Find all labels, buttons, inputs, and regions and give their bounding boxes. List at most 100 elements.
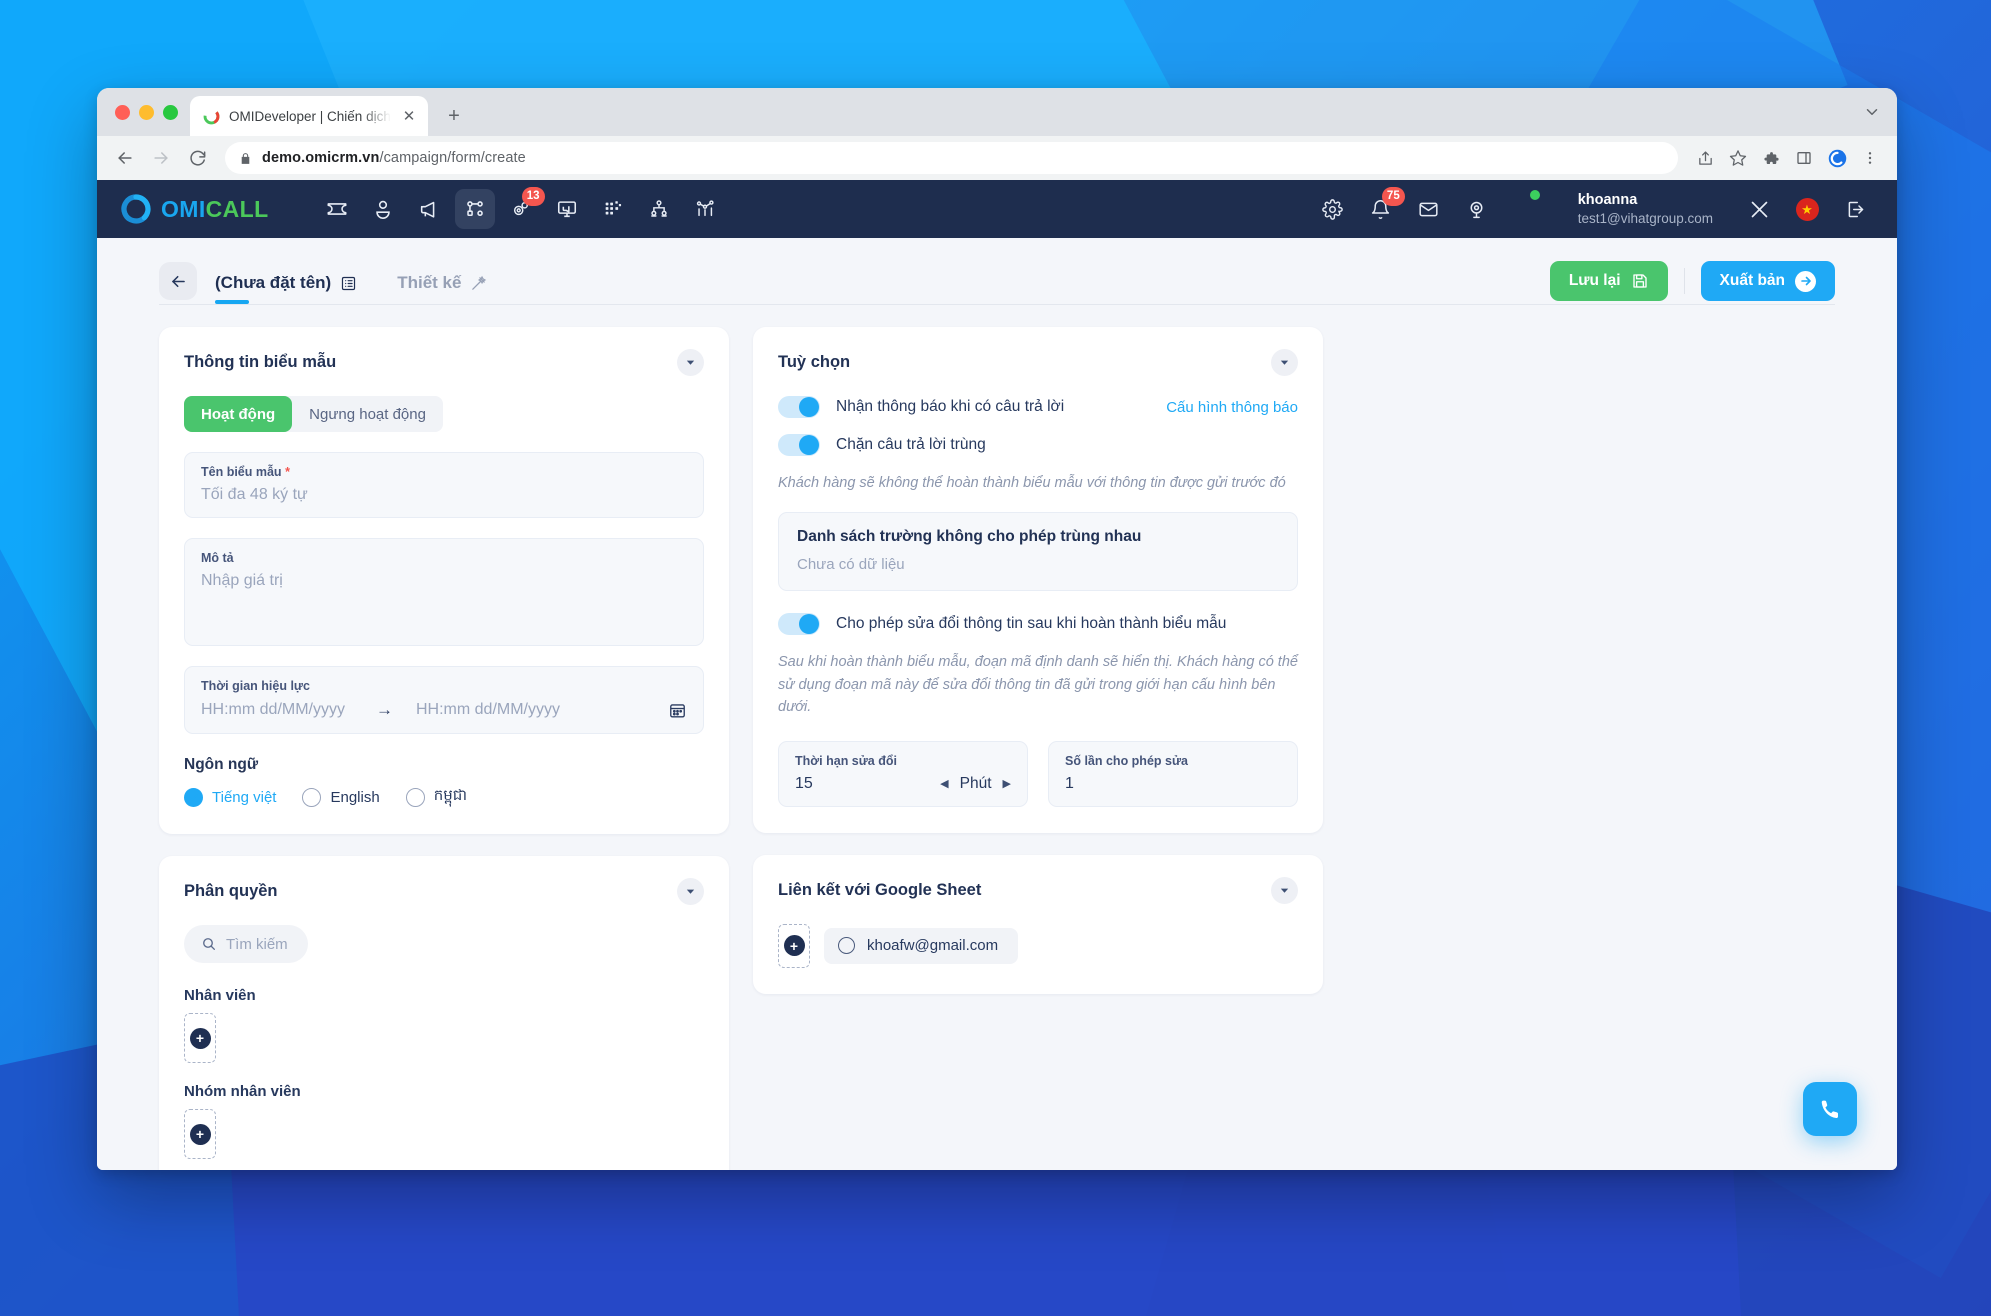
support-button[interactable] <box>1457 189 1497 229</box>
nav-item-ticket[interactable] <box>317 189 357 229</box>
permissions-search-input[interactable]: Tìm kiếm <box>226 936 288 953</box>
nav-item-callcenter[interactable] <box>547 189 587 229</box>
plus-icon: + <box>189 1027 211 1049</box>
add-employee-button[interactable]: + <box>184 1013 216 1063</box>
page-tabs: (Chưa đặt tên) Thiết kế <box>215 258 1532 304</box>
form-name-field[interactable]: Tên biểu mẫu * Tối đa 48 ký tự <box>184 452 704 518</box>
nav-item-analytics[interactable] <box>685 189 725 229</box>
unique-fields-box[interactable]: Danh sách trường không cho phép trùng nh… <box>778 512 1298 592</box>
nav-item-apps[interactable] <box>593 189 633 229</box>
puzzle-icon[interactable] <box>1756 143 1786 173</box>
nav-item-automation[interactable]: 13 <box>501 187 545 229</box>
right-column: Tuỳ chọn Nhận thông báo khi có câu trả l… <box>753 327 1323 994</box>
logo-call: CALL <box>205 195 269 222</box>
radio-unselected-icon <box>405 787 425 807</box>
logout-button[interactable] <box>1835 189 1875 229</box>
language-option-km[interactable]: កម្ពុជា <box>405 786 467 808</box>
notify-toggle-row: Nhận thông báo khi có câu trả lời Cấu hì… <box>778 396 1298 418</box>
omicall-logo[interactable]: OMICALL <box>121 194 269 224</box>
form-description-input[interactable]: Nhập giá trị <box>201 572 687 590</box>
settings-button[interactable] <box>1313 189 1353 229</box>
google-account-chip[interactable]: khoafw@gmail.com <box>824 927 1019 964</box>
add-google-account-button[interactable]: + <box>778 923 810 968</box>
back-arrow-icon[interactable] <box>109 142 141 174</box>
nav-item-workflow[interactable] <box>454 189 495 229</box>
collapse-google-sheet-icon[interactable] <box>1271 876 1298 904</box>
permissions-card: Phân quyền Tìm kiếm Nhân viên + Nhóm nhâ… <box>159 856 729 1170</box>
mail-button[interactable] <box>1409 189 1449 229</box>
edit-limits-row: Thời hạn sửa đổi 15 ◀ Phút ▶ Số lần cho … <box>778 740 1298 807</box>
nav-item-contacts[interactable] <box>363 189 403 229</box>
block-duplicate-toggle[interactable] <box>778 434 820 456</box>
notify-config-link[interactable]: Cấu hình thông báo <box>1166 399 1298 416</box>
tools-button[interactable] <box>1739 189 1779 229</box>
browser-tab[interactable]: OMIDeveloper | Chiến dịch | Bi ✕ <box>190 96 428 136</box>
save-button[interactable]: Lưu lại <box>1549 261 1668 301</box>
edit-duration-field[interactable]: Thời hạn sửa đổi 15 ◀ Phút ▶ <box>778 740 1028 807</box>
user-account[interactable]: khoanna test1@vihatgroup.com <box>1527 189 1713 229</box>
kebab-menu-icon[interactable] <box>1855 143 1885 173</box>
reload-icon[interactable] <box>181 142 213 174</box>
validity-from-input[interactable]: HH:mm dd/MM/yyyy <box>201 701 376 719</box>
status-inactive-option[interactable]: Ngưng hoạt động <box>292 396 443 432</box>
edit-count-stepper: 1 <box>1065 775 1281 793</box>
radio-selected-icon <box>184 787 203 807</box>
validity-period-field[interactable]: Thời gian hiệu lực HH:mm dd/MM/yyyy → HH… <box>184 666 704 734</box>
language-option-en[interactable]: English <box>302 787 380 807</box>
permissions-search[interactable]: Tìm kiếm <box>184 925 308 963</box>
url-bar[interactable]: demo.omicrm.vn/campaign/form/create <box>225 142 1678 174</box>
page-back-button[interactable] <box>159 262 197 300</box>
share-icon[interactable] <box>1690 143 1720 173</box>
notify-toggle[interactable] <box>778 396 820 418</box>
status-active-option[interactable]: Hoạt động <box>184 396 293 432</box>
headset-icon <box>1466 199 1487 220</box>
validity-to-input[interactable]: HH:mm dd/MM/yyyy <box>416 701 591 719</box>
stepper-next-icon[interactable]: ▶ <box>1003 777 1011 790</box>
profile-icon[interactable] <box>1822 143 1852 173</box>
form-name-input[interactable]: Tối đa 48 ký tự <box>201 486 687 504</box>
language-flag-button[interactable]: ★ <box>1787 189 1827 229</box>
forward-arrow-icon[interactable] <box>145 142 177 174</box>
logout-icon <box>1845 199 1866 220</box>
google-sheet-card: Liên kết với Google Sheet + khoafw@gmail… <box>753 854 1323 994</box>
star-icon[interactable] <box>1723 143 1753 173</box>
form-description-label: Mô tả <box>201 551 234 565</box>
floating-call-button[interactable] <box>1803 1082 1857 1136</box>
calendar-icon[interactable] <box>668 701 687 720</box>
collapse-form-info-icon[interactable] <box>677 349 704 376</box>
arrow-right-circle-icon <box>1795 270 1816 292</box>
header-divider <box>1683 268 1685 294</box>
permissions-title: Phân quyền <box>184 882 278 900</box>
new-tab-button[interactable]: + <box>439 101 469 131</box>
nav-item-org-chart[interactable] <box>639 189 679 229</box>
plus-icon: + <box>783 935 805 957</box>
stepper-prev-icon[interactable]: ◀ <box>940 777 948 790</box>
close-window-button[interactable] <box>115 104 130 120</box>
radio-unselected-icon <box>302 787 322 807</box>
collapse-options-icon[interactable] <box>1271 349 1298 376</box>
collapse-permissions-icon[interactable] <box>677 878 704 905</box>
nav-item-campaign[interactable] <box>409 189 449 229</box>
close-tab-icon[interactable]: ✕ <box>400 107 418 125</box>
publish-button-label: Xuất bản <box>1719 272 1785 289</box>
maximize-window-button[interactable] <box>163 104 178 120</box>
edit-count-label: Số lần cho phép sửa <box>1065 753 1188 768</box>
publish-button[interactable]: Xuất bản <box>1700 261 1835 301</box>
add-employee-group-button[interactable]: + <box>184 1109 216 1159</box>
language-option-vi[interactable]: Tiếng việt <box>184 787 276 807</box>
allow-edit-toggle[interactable] <box>778 613 820 636</box>
edit-count-field[interactable]: Số lần cho phép sửa 1 <box>1048 740 1298 807</box>
notifications-button[interactable]: 75 <box>1361 187 1405 229</box>
language-label: Ngôn ngữ <box>184 756 259 773</box>
edit-count-value[interactable]: 1 <box>1065 775 1074 793</box>
mail-icon <box>1418 199 1439 220</box>
chevron-down-icon[interactable] <box>1863 103 1881 121</box>
side-panel-icon[interactable] <box>1789 143 1819 173</box>
form-description-field[interactable]: Mô tả Nhập giá trị <box>184 538 704 646</box>
minimize-window-button[interactable] <box>139 104 154 120</box>
tab-form-info[interactable]: (Chưa đặt tên) <box>215 273 357 304</box>
edit-duration-value[interactable]: 15 <box>795 775 813 793</box>
tab-design[interactable]: Thiết kế <box>397 273 487 304</box>
workflow-icon <box>464 198 486 220</box>
browser-tab-strip: OMIDeveloper | Chiến dịch | Bi ✕ + <box>97 88 1897 136</box>
